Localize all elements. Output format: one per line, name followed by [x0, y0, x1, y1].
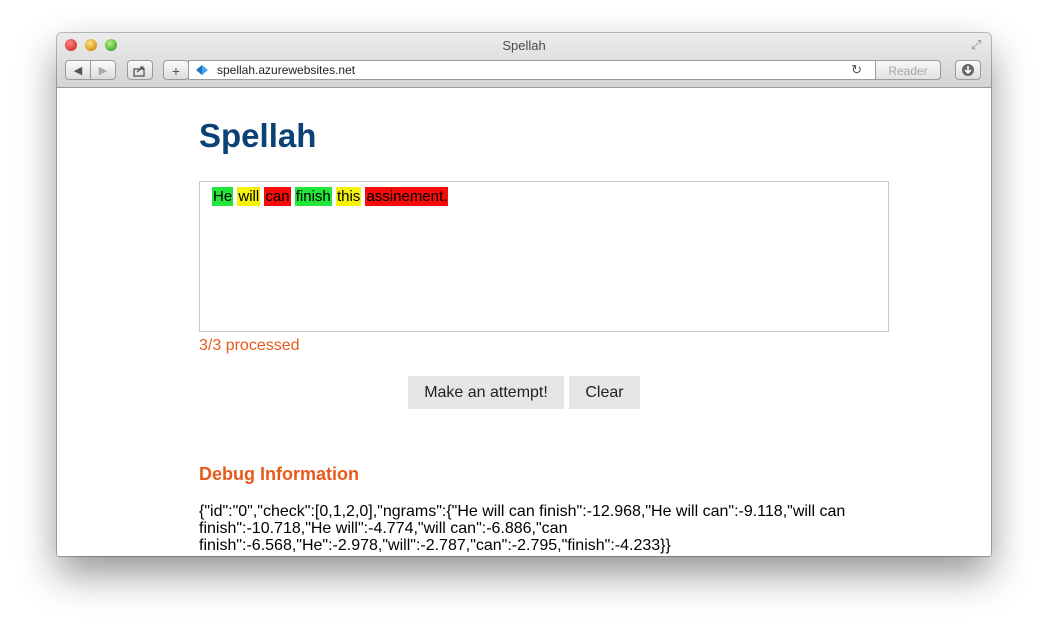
word-assinement: assinement. — [365, 187, 449, 206]
debug-heading: Debug Information — [199, 464, 359, 484]
word-can: can — [264, 187, 291, 206]
debug-line: {"id":"0","check":[0,1,2,0],"ngrams":{"H… — [199, 503, 846, 520]
word-finish: finish — [294, 187, 332, 206]
processing-status: 3/3 processed — [199, 337, 300, 354]
address-bar[interactable]: spellah.azurewebsites.net ↻ Reader — [188, 60, 941, 80]
debug-line: finish":-6.568,"He":-2.978,"will":-2.787… — [199, 537, 671, 554]
word-will: will — [237, 187, 261, 206]
window-title: Spellah — [502, 38, 546, 53]
plus-icon: + — [171, 63, 181, 79]
forward-arrow-icon: ▶ — [98, 65, 108, 77]
editor-text: He will can finish this assinement. — [212, 187, 449, 206]
debug-line: finish":-10.718,"He will":-4.774,"will c… — [199, 520, 568, 537]
back-arrow-icon: ◀ — [73, 65, 83, 77]
downloads-button[interactable] — [955, 60, 981, 80]
browser-window: Spellah ⤢ ◀ ▶ + spellah.azurewebsites.ne… — [57, 33, 991, 556]
share-icon — [133, 66, 145, 77]
reload-icon[interactable]: ↻ — [851, 62, 862, 78]
make-attempt-button[interactable]: Make an attempt! — [408, 376, 564, 409]
title-bar: Spellah ⤢ ◀ ▶ + spellah.azurewebsites.ne… — [57, 33, 991, 88]
share-button[interactable] — [127, 60, 153, 80]
site-favicon-icon — [196, 65, 208, 75]
debug-output: {"id":"0","check":[0,1,2,0],"ngrams":{"H… — [199, 503, 859, 554]
back-button[interactable]: ◀ — [65, 60, 91, 80]
fullscreen-icon[interactable]: ⤢ — [971, 38, 985, 52]
word-he: He — [212, 187, 234, 206]
page-title: Spellah — [199, 117, 317, 154]
text-editor[interactable]: He will can finish this assinement. — [199, 181, 889, 332]
word-this: this — [335, 187, 362, 206]
clear-button[interactable]: Clear — [569, 376, 640, 409]
reader-button[interactable]: Reader — [875, 60, 941, 80]
add-bookmark-button[interactable]: + — [163, 60, 189, 80]
page-content: Spellah He will can finish this assineme… — [57, 88, 991, 556]
forward-button[interactable]: ▶ — [90, 60, 116, 80]
url-text: spellah.azurewebsites.net — [217, 63, 356, 77]
download-icon — [962, 64, 974, 76]
